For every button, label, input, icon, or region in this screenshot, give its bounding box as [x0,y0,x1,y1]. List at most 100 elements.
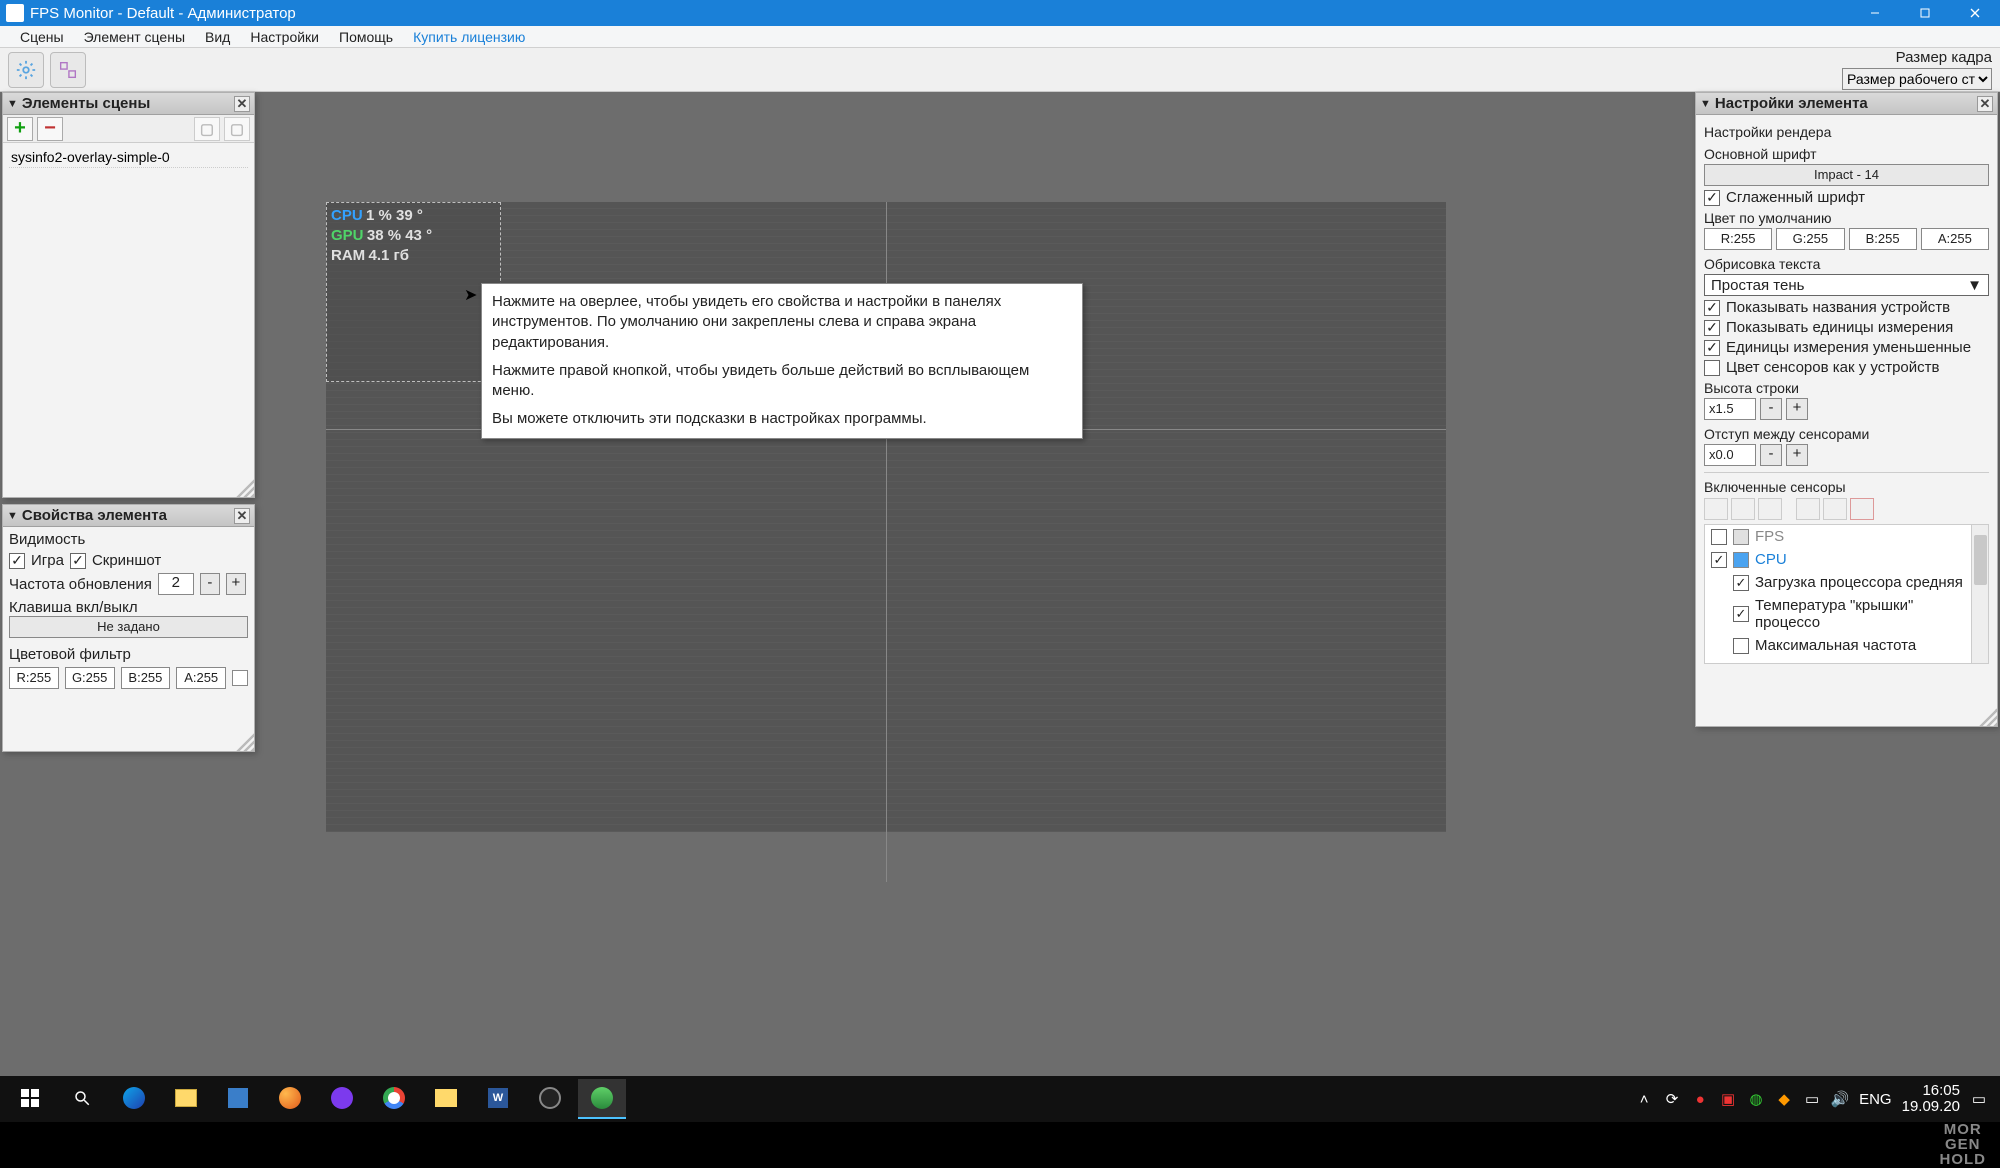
explorer-icon[interactable] [162,1079,210,1119]
word-icon[interactable]: W [474,1079,522,1119]
scene-settings-button[interactable] [8,52,44,88]
line-height-input[interactable]: x1.5 [1704,398,1756,420]
enabled-sensors-label: Включенные сенсоры [1704,479,1989,495]
close-button[interactable] [1950,0,2000,26]
tray-time: 16:05 [1902,1083,1960,1100]
sensor-scrollbar[interactable] [1971,525,1988,663]
units-small-checkbox[interactable]: ✓ [1704,340,1720,356]
font-button[interactable]: Impact - 14 [1704,164,1989,186]
line-height-minus[interactable]: - [1760,398,1782,420]
screenshot-checkbox[interactable]: ✓ [70,553,86,569]
menu-settings[interactable]: Настройки [240,27,329,47]
sensor-tool-4[interactable] [1796,498,1820,520]
show-units-checkbox[interactable]: ✓ [1704,320,1720,336]
default-r-input[interactable]: R:255 [1704,228,1772,250]
sensor-tool-1[interactable] [1704,498,1728,520]
resize-grip-icon[interactable] [236,479,254,497]
panel-close-button[interactable]: ✕ [234,508,250,524]
alignment-button[interactable] [50,52,86,88]
list-item[interactable]: sysinfo2-overlay-simple-0 [9,147,248,168]
overlay-ram-values: 4.1 гб [369,247,410,264]
menu-view[interactable]: Вид [195,27,240,47]
sensor-row-cpu-maxfreq[interactable]: Максимальная частота [1705,634,1988,657]
search-icon[interactable] [58,1079,106,1119]
tray-chevron-icon[interactable]: ˄ [1635,1090,1653,1108]
game-checkbox[interactable]: ✓ [9,553,25,569]
frame-size-dropdown[interactable]: Размер рабочего ст [1842,68,1992,90]
default-g-input[interactable]: G:255 [1776,228,1844,250]
sensor-spacing-minus[interactable]: - [1760,444,1782,466]
sensor-row-fps[interactable]: FPS [1705,525,1988,548]
default-b-input[interactable]: B:255 [1849,228,1917,250]
tray-clock[interactable]: 16:05 19.09.20 [1902,1083,1960,1116]
minimize-button[interactable] [1850,0,1900,26]
sensor-tool-6[interactable] [1850,498,1874,520]
freq-plus-button[interactable]: + [226,573,246,595]
show-device-names-checkbox[interactable]: ✓ [1704,300,1720,316]
chrome-icon[interactable] [370,1079,418,1119]
store-icon[interactable] [214,1079,262,1119]
tray-sync-icon[interactable]: ⟳ [1663,1090,1681,1108]
tray-network-icon[interactable]: ▭ [1803,1090,1821,1108]
move-down-button[interactable]: ▢ [224,117,250,141]
move-up-button[interactable]: ▢ [194,117,220,141]
resize-grip-icon[interactable] [236,733,254,751]
start-button[interactable] [6,1079,54,1119]
tray-volume-icon[interactable]: 🔊 [1831,1090,1849,1108]
cpu-temp-checkbox[interactable]: ✓ [1733,606,1749,622]
panel-close-button[interactable]: ✕ [1977,96,1993,112]
fps-color-swatch[interactable] [1733,529,1749,545]
freq-minus-button[interactable]: - [200,573,220,595]
color-g-input[interactable]: G:255 [65,667,115,689]
maximize-button[interactable] [1900,0,1950,26]
resize-grip-icon[interactable] [1979,708,1997,726]
sensor-tool-5[interactable] [1823,498,1847,520]
default-a-input[interactable]: A:255 [1921,228,1989,250]
add-element-button[interactable]: + [7,117,33,141]
sensor-row-cpu-load[interactable]: ✓ Загрузка процессора средняя [1705,571,1988,594]
cpu-load-checkbox[interactable]: ✓ [1733,575,1749,591]
fps-checkbox[interactable] [1711,529,1727,545]
color-swatch[interactable] [232,670,248,686]
element-settings-header[interactable]: ▼ Настройки элемента ✕ [1696,93,1997,115]
sensor-spacing-plus[interactable]: + [1786,444,1808,466]
antialias-checkbox[interactable]: ✓ [1704,190,1720,206]
sensor-tool-3[interactable] [1758,498,1782,520]
color-b-input[interactable]: B:255 [121,667,171,689]
tray-mic-icon[interactable]: ● [1691,1090,1709,1108]
color-r-input[interactable]: R:255 [9,667,59,689]
sensor-colors-checkbox[interactable] [1704,360,1720,376]
folder-icon[interactable] [422,1079,470,1119]
edge-icon[interactable] [110,1079,158,1119]
update-freq-input[interactable]: 2 [158,573,194,595]
tray-app2-icon[interactable]: ◍ [1747,1090,1765,1108]
scene-elements-header[interactable]: ▼ Элементы сцены ✕ [3,93,254,115]
tray-notifications-icon[interactable]: ▭ [1970,1090,1988,1108]
cpu-maxfreq-checkbox[interactable] [1733,638,1749,654]
menu-scenes[interactable]: Сцены [10,27,74,47]
app-icon-purple[interactable] [318,1079,366,1119]
sensor-spacing-input[interactable]: x0.0 [1704,444,1756,466]
sensor-tool-2[interactable] [1731,498,1755,520]
cpu-checkbox[interactable]: ✓ [1711,552,1727,568]
tray-app1-icon[interactable]: ▣ [1719,1090,1737,1108]
menu-scene-element[interactable]: Элемент сцены [74,27,195,47]
toggle-key-button[interactable]: Не задано [9,616,248,638]
scene-canvas[interactable]: CPU 1 % 39 ° GPU 38 % 43 ° RAM 4.1 гб ➤ … [326,202,1446,832]
tray-language[interactable]: ENG [1859,1091,1892,1108]
menu-help[interactable]: Помощь [329,27,403,47]
tray-app3-icon[interactable]: ◆ [1775,1090,1793,1108]
obs-icon[interactable] [526,1079,574,1119]
text-stroke-dropdown[interactable]: Простая тень ▼ [1704,274,1989,296]
cpu-color-swatch[interactable] [1733,552,1749,568]
firefox-icon[interactable] [266,1079,314,1119]
panel-close-button[interactable]: ✕ [234,96,250,112]
sensor-row-cpu-temp[interactable]: ✓ Температура "крышки" процессо [1705,594,1988,634]
sensor-row-cpu[interactable]: ✓ CPU [1705,548,1988,571]
fps-monitor-taskbar-icon[interactable] [578,1079,626,1119]
menu-buy-license[interactable]: Купить лицензию [403,27,535,47]
remove-element-button[interactable]: − [37,117,63,141]
element-properties-header[interactable]: ▼ Свойства элемента ✕ [3,505,254,527]
color-a-input[interactable]: A:255 [176,667,226,689]
line-height-plus[interactable]: + [1786,398,1808,420]
